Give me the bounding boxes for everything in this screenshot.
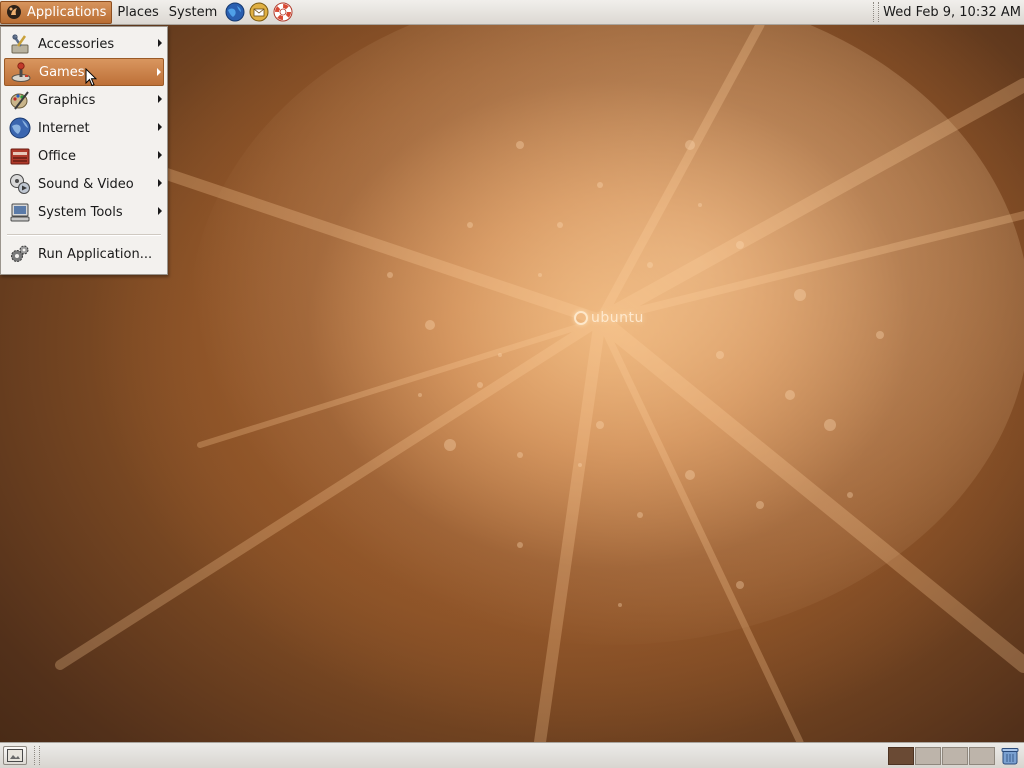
applications-label: Applications	[27, 4, 107, 20]
workspace-1[interactable]	[888, 747, 914, 765]
menu-item-label: Office	[38, 148, 76, 164]
applications-menu: Accessories Games Graphics Internet Offi…	[0, 26, 168, 275]
menu-item-label: Graphics	[38, 92, 96, 108]
ubuntu-logo: ubuntu	[574, 306, 644, 330]
places-menu-button[interactable]: Places	[112, 1, 163, 24]
games-icon	[9, 60, 33, 84]
bottom-panel	[0, 742, 1024, 768]
system-menu-button[interactable]: System	[164, 1, 222, 24]
office-icon	[8, 144, 32, 168]
system-label: System	[168, 4, 218, 20]
internet-icon	[8, 116, 32, 140]
places-label: Places	[117, 4, 159, 20]
workspace-3[interactable]	[942, 747, 968, 765]
menu-item-label: Games	[39, 64, 85, 80]
menu-item-label: Accessories	[38, 36, 115, 52]
submenu-arrow-icon	[158, 151, 162, 159]
system-tools-icon	[8, 200, 32, 224]
menu-item-office[interactable]: Office	[4, 142, 164, 170]
trash-icon[interactable]	[1000, 746, 1020, 766]
menu-item-accessories[interactable]: Accessories	[4, 30, 164, 58]
submenu-arrow-icon	[158, 179, 162, 187]
web-browser-icon[interactable]	[224, 1, 246, 23]
menu-item-label: System Tools	[38, 204, 123, 220]
accessories-icon	[8, 32, 32, 56]
ubuntu-foot-icon	[6, 4, 22, 20]
sound-video-icon	[8, 172, 32, 196]
menu-item-run-application[interactable]: Run Application...	[4, 240, 164, 268]
menu-item-system-tools[interactable]: System Tools	[4, 198, 164, 226]
submenu-arrow-icon	[157, 68, 161, 76]
gears-icon	[8, 242, 32, 266]
panel-separator	[873, 2, 880, 22]
ubuntu-logo-mark	[574, 311, 588, 325]
mouse-cursor-icon	[85, 68, 97, 87]
submenu-arrow-icon	[158, 207, 162, 215]
bottom-panel-separator	[34, 746, 40, 765]
submenu-arrow-icon	[158, 123, 162, 131]
menu-separator	[7, 234, 161, 236]
applications-menu-button[interactable]: Applications	[0, 0, 113, 24]
screen: ubuntu Applications Places System Wed Fe…	[0, 0, 1024, 768]
menu-item-sound-video[interactable]: Sound & Video	[4, 170, 164, 198]
menu-item-label: Internet	[38, 120, 90, 136]
workspace-4[interactable]	[969, 747, 995, 765]
menu-item-graphics[interactable]: Graphics	[4, 86, 164, 114]
workspace-2[interactable]	[915, 747, 941, 765]
clock[interactable]: Wed Feb 9, 10:32 AM	[883, 5, 1024, 20]
graphics-icon	[8, 88, 32, 112]
submenu-arrow-icon	[158, 95, 162, 103]
top-panel: Applications Places System Wed Feb 9, 10…	[0, 0, 1024, 25]
show-desktop-icon	[7, 749, 23, 762]
email-icon[interactable]	[248, 1, 270, 23]
menu-item-label: Run Application...	[38, 246, 153, 262]
menu-item-internet[interactable]: Internet	[4, 114, 164, 142]
show-desktop-button[interactable]	[3, 746, 27, 765]
menu-item-label: Sound & Video	[38, 176, 134, 192]
menu-item-games[interactable]: Games	[4, 58, 164, 86]
help-icon[interactable]	[272, 1, 294, 23]
ubuntu-logo-text: ubuntu	[591, 310, 644, 326]
submenu-arrow-icon	[158, 39, 162, 47]
